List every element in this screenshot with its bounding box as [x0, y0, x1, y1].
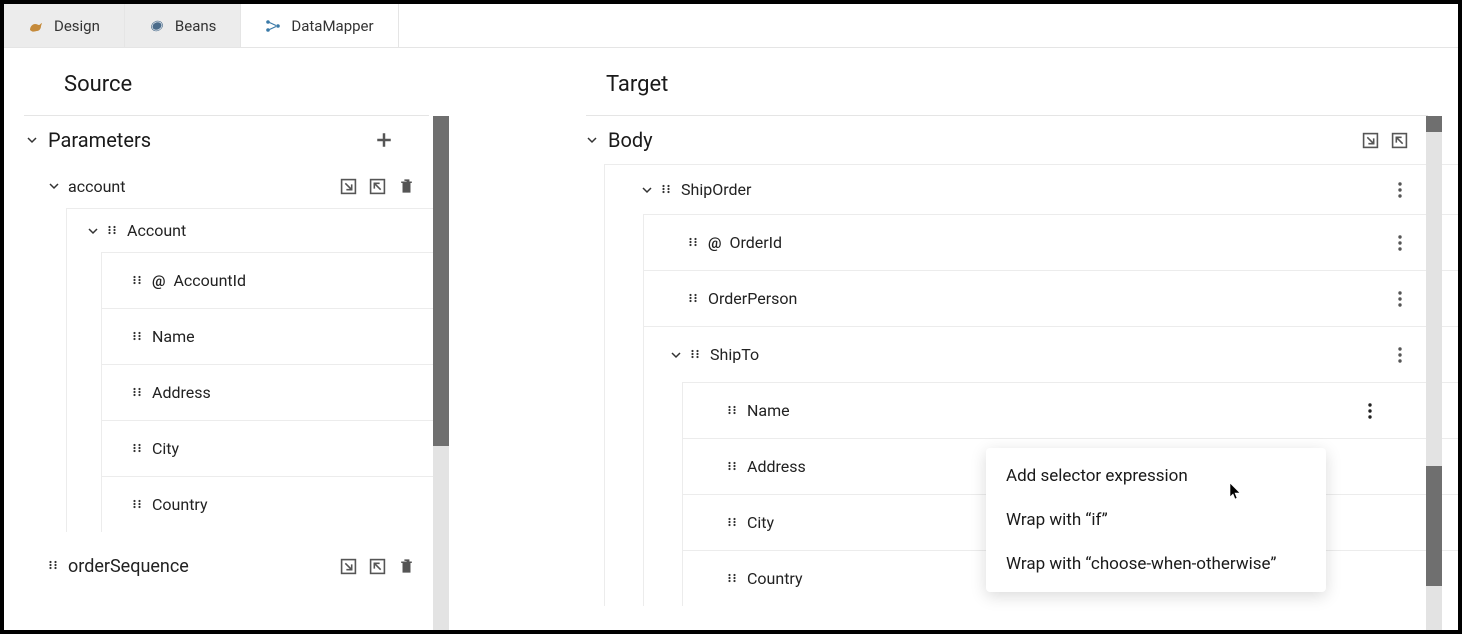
source-panel: Source Parameters account [4, 48, 449, 630]
target-shiporder-row[interactable]: ShipOrder [605, 164, 1458, 214]
drag-handle-icon[interactable] [132, 387, 144, 399]
target-orderperson-row[interactable]: OrderPerson [644, 270, 1458, 326]
kebab-menu-icon[interactable] [1392, 182, 1408, 198]
kebab-menu-icon[interactable] [1362, 403, 1378, 419]
kebab-menu-icon[interactable] [1392, 235, 1408, 251]
tab-datamapper-label: DataMapper [291, 17, 373, 35]
chevron-down-icon [48, 180, 60, 192]
drag-handle-icon[interactable] [727, 461, 739, 473]
source-account-row[interactable]: account [4, 164, 449, 208]
drag-handle-icon[interactable] [132, 499, 144, 511]
trash-icon[interactable] [398, 558, 415, 575]
context-item-wrap-choose[interactable]: Wrap with “choose-when-otherwise” [986, 542, 1326, 586]
tab-design[interactable]: Design [4, 4, 125, 47]
tab-design-label: Design [54, 17, 100, 35]
drag-handle-icon[interactable] [727, 405, 739, 417]
field-country: Country [152, 495, 208, 514]
body-label: Body [608, 128, 1352, 152]
source-city-row[interactable]: City [102, 420, 449, 476]
add-parameter-button[interactable] [375, 131, 393, 149]
field-orderperson: OrderPerson [708, 289, 1384, 308]
source-country-row[interactable]: Country [102, 476, 449, 532]
field-city: City [152, 439, 179, 458]
drag-handle-icon[interactable] [688, 237, 700, 249]
import-icon[interactable] [340, 178, 357, 195]
source-scrollbar-track[interactable] [433, 116, 449, 630]
trash-icon[interactable] [398, 178, 415, 195]
chevron-down-icon [586, 134, 598, 146]
drag-handle-icon[interactable] [107, 225, 119, 237]
field-shipto-name: Name [747, 401, 1354, 420]
target-body-row[interactable]: Body [586, 116, 1458, 164]
tabs-bar: Design Beans DataMapper [4, 4, 1458, 48]
source-scrollbar-handle[interactable] [433, 116, 449, 446]
drag-handle-icon[interactable] [48, 560, 60, 572]
export-icon[interactable] [1391, 132, 1408, 149]
chevron-down-icon [87, 225, 99, 237]
drag-handle-icon[interactable] [132, 443, 144, 455]
field-accountid: AccountId [173, 271, 246, 290]
export-icon[interactable] [369, 178, 386, 195]
drag-handle-icon[interactable] [661, 184, 673, 196]
source-address-row[interactable]: Address [102, 364, 449, 420]
attribute-icon: @ [708, 234, 721, 252]
drag-handle-icon[interactable] [727, 517, 739, 529]
field-name: Name [152, 327, 195, 346]
chevron-down-icon [641, 184, 653, 196]
field-address: Address [152, 383, 211, 402]
chevron-down-icon [26, 134, 38, 146]
drag-handle-icon[interactable] [132, 275, 144, 287]
drag-handle-icon[interactable] [132, 331, 144, 343]
import-icon[interactable] [1362, 132, 1379, 149]
import-icon[interactable] [340, 558, 357, 575]
source-name-row[interactable]: Name [102, 308, 449, 364]
target-scrollbar-handle-top[interactable] [1426, 116, 1442, 132]
field-orderid: OrderId [729, 233, 1384, 252]
tab-datamapper[interactable]: DataMapper [241, 4, 398, 47]
datamapper-icon [265, 18, 281, 34]
context-item-wrap-if[interactable]: Wrap with “if” [986, 498, 1326, 542]
chevron-down-icon [670, 349, 682, 361]
context-menu: Add selector expression Wrap with “if” W… [986, 448, 1326, 592]
body-actions [1362, 132, 1458, 149]
target-scrollbar-track[interactable] [1426, 116, 1442, 630]
tab-beans[interactable]: Beans [125, 4, 241, 47]
target-panel: Target Body ShipOrder [586, 48, 1458, 630]
target-tree: Body ShipOrder @ OrderId [586, 116, 1458, 630]
bean-icon [149, 18, 165, 34]
target-shipto-name-row[interactable]: Name [683, 382, 1458, 438]
attribute-icon: @ [152, 272, 165, 290]
tab-beans-label: Beans [175, 17, 216, 35]
shiporder-label: ShipOrder [681, 180, 1384, 199]
source-tree: Parameters account [4, 116, 449, 630]
source-title: Source [24, 58, 429, 116]
target-orderid-row[interactable]: @ OrderId [644, 214, 1458, 270]
drag-handle-icon[interactable] [727, 573, 739, 585]
camel-icon [28, 18, 44, 34]
ordersequence-label: orderSequence [68, 556, 332, 577]
parameters-label: Parameters [48, 128, 365, 152]
field-shipto: ShipTo [710, 345, 1384, 364]
context-item-add-selector[interactable]: Add selector expression [986, 454, 1326, 498]
drag-handle-icon[interactable] [688, 293, 700, 305]
account-label: account [68, 177, 332, 196]
source-account-type-row[interactable]: Account [67, 208, 449, 252]
export-icon[interactable] [369, 558, 386, 575]
source-accountid-row[interactable]: @ AccountId [102, 252, 449, 308]
panel-gap [449, 48, 586, 630]
cursor-icon [1227, 481, 1243, 501]
target-scrollbar-handle[interactable] [1426, 466, 1442, 586]
target-title: Target [586, 58, 1428, 116]
main-content: Source Parameters account [4, 48, 1458, 630]
drag-handle-icon[interactable] [690, 349, 702, 361]
source-parameters-header[interactable]: Parameters [4, 116, 449, 164]
source-ordersequence-row[interactable]: orderSequence [4, 544, 449, 588]
kebab-menu-icon[interactable] [1392, 291, 1408, 307]
kebab-menu-icon[interactable] [1392, 347, 1408, 363]
account-type-label: Account [127, 221, 449, 240]
target-shipto-row[interactable]: ShipTo [644, 326, 1458, 382]
